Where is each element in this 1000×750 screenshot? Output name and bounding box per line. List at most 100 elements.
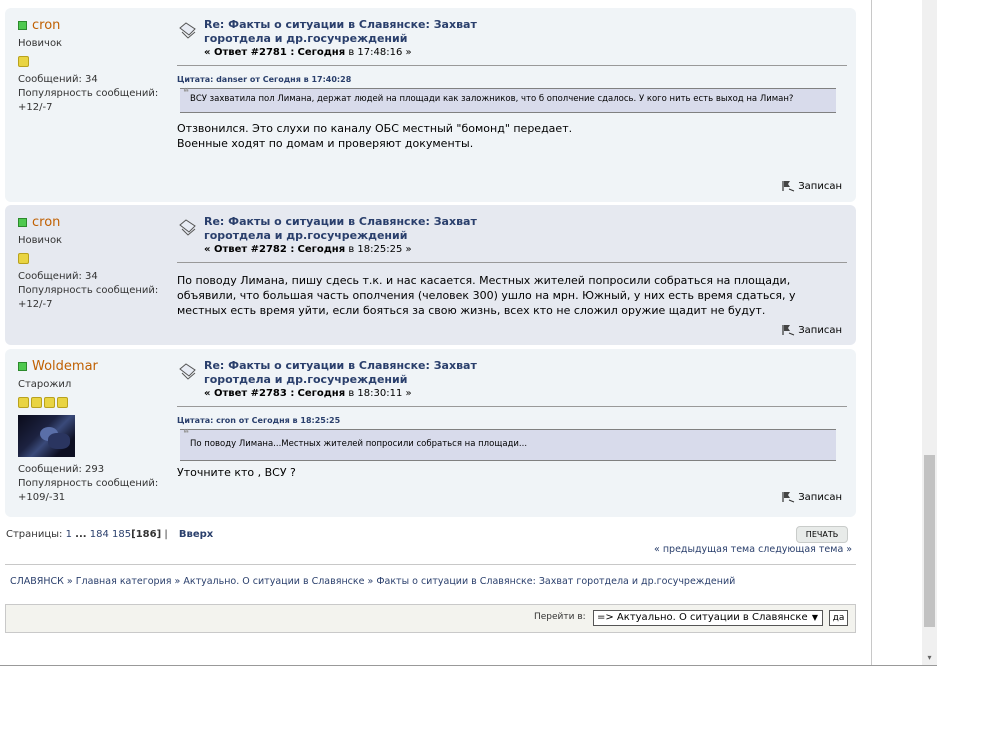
online-status-icon [18, 362, 27, 371]
message-count: Сообщений: 34 [18, 74, 98, 85]
star-icon [18, 56, 29, 67]
dropdown-arrow-icon: ▼ [811, 613, 818, 622]
poster-name-link[interactable]: Woldemar [32, 359, 98, 374]
rank-stars [18, 397, 168, 408]
poster-info: Woldemar Старожил Сообщений: 293 Популяр… [18, 359, 168, 505]
quote-block: ❝ По поводу Лимана...Местных жителей поп… [180, 427, 836, 461]
jump-to-selected: => Актуально. О ситуации в Славянске [597, 612, 808, 623]
pagination-label: Страницы: [6, 529, 63, 540]
quote-icon: ❝ [183, 86, 189, 99]
poster-name-link[interactable]: cron [32, 215, 60, 230]
quote-icon: ❝ [183, 427, 189, 440]
post-subject-link[interactable]: Re: Факты о ситуации в Славянске: Захват… [204, 18, 477, 46]
popularity-value: +12/-7 [18, 299, 53, 310]
vertical-scrollbar[interactable]: ▾ [922, 0, 937, 666]
post-message: Уточните кто , ВСУ ? [177, 466, 296, 479]
saved-indicator: Записан [782, 180, 842, 192]
page-current: [186] [131, 529, 162, 540]
post-subject-link[interactable]: Re: Факты о ситуации в Славянске: Захват… [204, 215, 477, 243]
star-icon [44, 397, 55, 408]
star-icon [31, 397, 42, 408]
topic-icon [179, 363, 196, 380]
topic-icon [179, 22, 196, 39]
poster-name[interactable]: cron [18, 18, 168, 33]
poster-stats: Сообщений: 34 Популярность сообщений: +1… [18, 270, 168, 312]
post-body: Re: Факты о ситуации в Славянске: Захват… [177, 215, 847, 318]
online-status-icon [18, 218, 27, 227]
avatar[interactable] [18, 415, 75, 457]
saved-flag-icon [782, 325, 795, 336]
poster-stats: Сообщений: 34 Популярность сообщений: +1… [18, 73, 168, 115]
popularity-label: Популярность сообщений: [18, 88, 159, 99]
popularity-value: +12/-7 [18, 102, 53, 113]
saved-label: Записан [798, 491, 842, 503]
post-message: По поводу Лимана, пишу сдесь т.к. и нас … [177, 274, 796, 317]
jump-to-select[interactable]: => Актуально. О ситуации в Славянске ▼ [593, 610, 823, 626]
quote-header-link[interactable]: Цитата: danser от Сегодня в 17:40:28 [177, 75, 847, 84]
message-count: Сообщений: 293 [18, 464, 105, 475]
pagination-separator: | [164, 529, 168, 540]
divider [177, 262, 847, 263]
post-message: Отзвонился. Это слухи по каналу ОБС мест… [177, 122, 573, 150]
browser-viewport: cron Новичок Сообщений: 34 Популярность … [0, 0, 937, 666]
jump-to-label: Перейти в: [534, 612, 586, 622]
top-link[interactable]: Вверх [179, 529, 213, 540]
star-icon [57, 397, 68, 408]
saved-flag-icon [782, 492, 795, 503]
go-button[interactable]: да [829, 610, 848, 626]
prev-next-topic-links[interactable]: « предыдущая тема следующая тема » [654, 544, 852, 555]
divider [177, 406, 847, 407]
quote-header-link[interactable]: Цитата: cron от Сегодня в 18:25:25 [177, 416, 847, 425]
breadcrumb[interactable]: СЛАВЯНСК » Главная категория » Актуально… [10, 576, 735, 587]
divider [5, 564, 856, 565]
saved-label: Записан [798, 180, 842, 192]
scrollbar-thumb[interactable] [924, 455, 935, 627]
scroll-down-arrow-icon[interactable]: ▾ [922, 650, 937, 665]
saved-label: Записан [798, 324, 842, 336]
popularity-label: Популярность сообщений: [18, 478, 159, 489]
poster-name[interactable]: Woldemar [18, 359, 168, 374]
message-count: Сообщений: 34 [18, 271, 98, 282]
quote-text: ВСУ захватила пол Лимана, держат людей н… [190, 94, 794, 104]
popularity-label: Популярность сообщений: [18, 285, 159, 296]
viewport-bottom-edge [0, 665, 937, 666]
quote-text: По поводу Лимана...Местных жителей попро… [190, 439, 528, 449]
poster-stats: Сообщений: 293 Популярность сообщений: +… [18, 463, 168, 505]
star-icon [18, 253, 29, 264]
pagination: Страницы: 1 ... 184 185[186] | Вверх [6, 529, 213, 540]
print-button[interactable]: ПЕЧАТЬ [796, 526, 848, 543]
online-status-icon [18, 21, 27, 30]
rank-stars [18, 253, 168, 264]
post-body: Re: Факты о ситуации в Славянске: Захват… [177, 359, 847, 480]
poster-group: Новичок [18, 235, 63, 246]
forum-post: Woldemar Старожил Сообщений: 293 Популяр… [5, 349, 856, 517]
poster-name[interactable]: cron [18, 215, 168, 230]
divider [177, 65, 847, 66]
forum-content: cron Новичок Сообщений: 34 Популярность … [0, 0, 874, 666]
poster-info: cron Новичок Сообщений: 34 Популярность … [18, 18, 168, 115]
page-link-184[interactable]: 184 [90, 529, 109, 540]
saved-indicator: Записан [782, 324, 842, 336]
rank-stars [18, 56, 168, 67]
saved-flag-icon [782, 181, 795, 192]
forum-post: cron Новичок Сообщений: 34 Популярность … [5, 205, 856, 345]
content-border [871, 0, 872, 666]
quote-block: ❝ ВСУ захватила пол Лимана, держат людей… [180, 86, 836, 113]
page-link-185[interactable]: 185 [112, 529, 131, 540]
poster-group: Новичок [18, 38, 63, 49]
reply-info: « Ответ #2781 : Сегодня в 17:48:16 » [204, 47, 412, 58]
poster-name-link[interactable]: cron [32, 18, 60, 33]
topic-icon [179, 219, 196, 236]
reply-info: « Ответ #2783 : Сегодня в 18:30:11 » [204, 388, 412, 399]
star-icon [18, 397, 29, 408]
post-subject-link[interactable]: Re: Факты о ситуации в Славянске: Захват… [204, 359, 477, 387]
poster-info: cron Новичок Сообщений: 34 Популярность … [18, 215, 168, 312]
popularity-value: +109/-31 [18, 492, 66, 503]
forum-post: cron Новичок Сообщений: 34 Популярность … [5, 8, 856, 202]
saved-indicator: Записан [782, 491, 842, 503]
poster-group: Старожил [18, 379, 72, 390]
page-ellipsis[interactable]: ... [75, 529, 86, 540]
post-body: Re: Факты о ситуации в Славянске: Захват… [177, 18, 847, 151]
reply-info: « Ответ #2782 : Сегодня в 18:25:25 » [204, 244, 412, 255]
page-link-1[interactable]: 1 [66, 529, 72, 540]
